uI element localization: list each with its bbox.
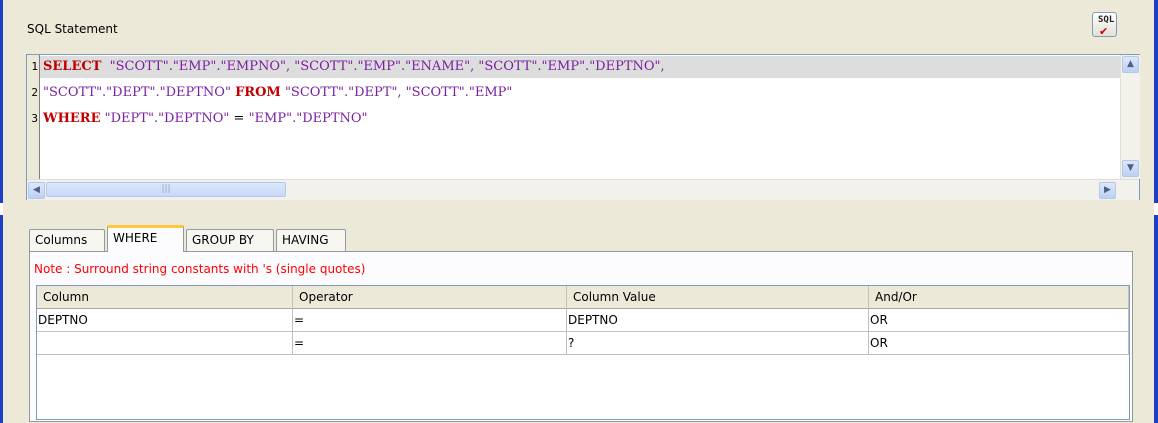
sql-statement-panel: SQL Statement SQL ✔ 1 2 3 SELECT "SCOTT"… bbox=[3, 0, 1154, 203]
horizontal-scroll-thumb[interactable]: ||| bbox=[46, 182, 286, 197]
cell-column[interactable] bbox=[37, 332, 293, 355]
column-header-column-value[interactable]: Column Value bbox=[567, 286, 869, 309]
scroll-left-icon[interactable]: ◀ bbox=[28, 182, 45, 199]
sql-check-button[interactable]: SQL ✔ bbox=[1092, 12, 1117, 38]
tab-columns[interactable]: Columns bbox=[29, 229, 105, 251]
identifier-text: "DEPT"."DEPTNO" bbox=[100, 111, 230, 126]
clause-editor-panel: Columns WHERE GROUP BY HAVING Note : Sur… bbox=[3, 215, 1154, 423]
panel-gap-right bbox=[1154, 203, 1158, 215]
sql-line-3: WHERE "DEPT"."DEPTNO" = "EMP"."DEPTNO" bbox=[43, 111, 368, 126]
cell-and-or[interactable]: OR bbox=[869, 332, 1129, 355]
sql-statement-title: SQL Statement bbox=[27, 22, 118, 36]
identifier-text: "SCOTT"."DEPT"."DEPTNO" bbox=[43, 85, 236, 100]
keyword-where: WHERE bbox=[43, 111, 101, 126]
line-number: 2 bbox=[31, 86, 38, 99]
keyword-from: FROM bbox=[235, 85, 281, 100]
operator-equals: = bbox=[229, 111, 249, 126]
where-conditions-table[interactable]: Column Operator Column Value And/Or DEPT… bbox=[36, 285, 1130, 420]
sql-line-1: SELECT "SCOTT"."EMP"."EMPNO", "SCOTT"."E… bbox=[43, 59, 665, 74]
cell-column[interactable]: DEPTNO bbox=[37, 309, 293, 332]
line-number: 1 bbox=[31, 60, 38, 73]
panel-gap-left bbox=[0, 203, 3, 215]
column-header-operator[interactable]: Operator bbox=[293, 286, 567, 309]
sql-editor[interactable]: 1 2 3 SELECT "SCOTT"."EMP"."EMPNO", "SCO… bbox=[26, 54, 1140, 200]
sql-check-icon: SQL bbox=[1098, 15, 1115, 25]
line-number-gutter: 1 2 3 bbox=[27, 55, 40, 179]
check-mark-icon: ✔ bbox=[1099, 25, 1109, 38]
cell-operator[interactable]: = bbox=[293, 309, 567, 332]
scroll-right-icon[interactable]: ▶ bbox=[1099, 182, 1116, 199]
tab-having[interactable]: HAVING bbox=[276, 229, 346, 251]
identifier-text: "SCOTT"."DEPT", "SCOTT"."EMP" bbox=[280, 85, 513, 100]
where-tab-content: Note : Surround string constants with 's… bbox=[29, 251, 1133, 422]
column-header-and-or[interactable]: And/Or bbox=[869, 286, 1129, 309]
column-header-column[interactable]: Column bbox=[37, 286, 293, 309]
cell-column-value[interactable]: DEPTNO bbox=[567, 309, 869, 332]
vertical-scrollbar[interactable]: ▲ ▼ bbox=[1120, 55, 1140, 179]
scroll-down-icon[interactable]: ▼ bbox=[1122, 160, 1139, 177]
identifier-text: "SCOTT"."EMP"."EMPNO", "SCOTT"."EMP"."EN… bbox=[101, 59, 665, 74]
keyword-select: SELECT bbox=[43, 59, 102, 74]
cell-operator[interactable]: = bbox=[293, 332, 567, 355]
single-quote-note: Note : Surround string constants with 's… bbox=[34, 262, 366, 276]
line-number: 3 bbox=[31, 112, 38, 125]
tab-where[interactable]: WHERE bbox=[107, 225, 184, 252]
sql-line-2: "SCOTT"."DEPT"."DEPTNO" FROM "SCOTT"."DE… bbox=[43, 85, 512, 100]
horizontal-scrollbar[interactable]: ◀ ||| ▶ bbox=[27, 179, 1139, 200]
sql-code-area[interactable]: SELECT "SCOTT"."EMP"."EMPNO", "SCOTT"."E… bbox=[40, 55, 1120, 179]
scroll-up-icon[interactable]: ▲ bbox=[1122, 56, 1139, 73]
cell-column-value[interactable]: ? bbox=[567, 332, 869, 355]
tab-group-by[interactable]: GROUP BY bbox=[186, 229, 274, 251]
cell-and-or[interactable]: OR bbox=[869, 309, 1129, 332]
identifier-text: "EMP"."DEPTNO" bbox=[248, 111, 368, 126]
